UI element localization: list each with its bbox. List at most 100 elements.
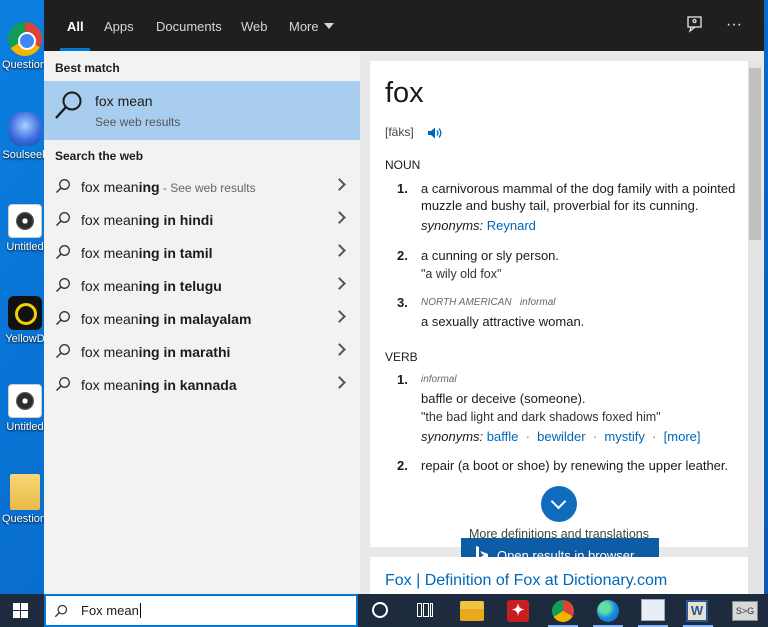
start-button[interactable]	[13, 603, 29, 619]
synonym-link[interactable]: mystify	[604, 429, 644, 444]
search-icon	[55, 91, 82, 119]
desktop-icon-yellowdot[interactable]: YellowD	[2, 296, 48, 346]
definition-text: a sexually attractive woman.	[421, 314, 585, 329]
search-icon	[55, 212, 70, 227]
yellowdot-icon	[8, 296, 42, 330]
chevron-right-icon	[333, 310, 346, 323]
definition-number: 1.	[397, 372, 408, 387]
tab-documents[interactable]: Documents	[156, 19, 222, 34]
best-match-item[interactable]: fox mean See web results	[44, 81, 360, 140]
windows-icon	[21, 603, 28, 610]
speaker-icon	[428, 127, 442, 139]
search-tabs-bar: All Apps Documents Web More ···	[44, 0, 764, 51]
web-result-link[interactable]: Fox | Definition of Fox at Dictionary.co…	[385, 572, 667, 590]
speaker-button[interactable]	[427, 126, 443, 143]
windows-icon	[21, 611, 28, 618]
suggestion-text: fox meaning in telugu	[81, 278, 222, 294]
desktop-icon-untitled[interactable]: Untitled	[2, 204, 48, 254]
chevron-down-icon	[323, 23, 334, 29]
desktop-icon-soulseek[interactable]: Soulseek	[2, 112, 48, 162]
tab-web[interactable]: Web	[241, 19, 268, 34]
desktop-icon-question-help[interactable]: Question Help - In	[2, 22, 48, 72]
ellipsis-icon: ···	[726, 16, 742, 33]
windows-icon	[13, 611, 20, 618]
synonyms: synonyms: baffle · bewilder · mystify · …	[421, 429, 701, 444]
search-panel: All Apps Documents Web More ··· Best mat…	[44, 0, 764, 594]
suggestion-text: fox meaning in hindi	[81, 212, 214, 228]
suggestion-item[interactable]: fox meaning in malayalam	[44, 302, 360, 335]
tab-all[interactable]: All	[67, 19, 84, 34]
search-icon	[55, 344, 70, 359]
definition-number: 2.	[397, 248, 408, 263]
preview-pane: fox [fäks] NOUN 1. a carnivorous mammal …	[360, 51, 764, 594]
best-match-title: fox mean	[95, 93, 153, 109]
edge-icon[interactable]	[597, 600, 619, 622]
search-icon	[55, 377, 70, 392]
chevron-right-icon	[333, 211, 346, 224]
tab-more[interactable]: More	[289, 19, 334, 34]
definition-text: baffle or deceive (someone).	[421, 391, 586, 406]
definition-text: repair (a boot or shoe) by renewing the …	[421, 458, 729, 473]
synonym-link[interactable]: bewilder	[537, 429, 585, 444]
taskbar-search-input[interactable]: Fox mean	[44, 594, 358, 627]
search-icon	[54, 604, 68, 618]
suggestion-item[interactable]: fox meaning in kannada	[44, 368, 360, 401]
definition-example: "the bad light and dark shadows foxed hi…	[421, 410, 661, 424]
expand-definitions-button[interactable]	[541, 486, 577, 522]
desktop-icon-question-help-2[interactable]: Question Help - In	[2, 474, 48, 526]
feedback-button[interactable]	[684, 14, 706, 36]
task-view-icon[interactable]	[417, 603, 433, 617]
dictionary-word: fox	[385, 77, 424, 109]
search-icon	[55, 179, 70, 194]
snagit-icon[interactable]: S>G	[732, 601, 758, 621]
taskbar: Fox mean ✦ W S>G	[0, 594, 768, 627]
desktop-icon-untitled-2[interactable]: Untitled	[2, 384, 48, 434]
chevron-right-icon	[333, 178, 346, 191]
definition-example: "a wily old fox"	[421, 267, 502, 281]
suggestion-item[interactable]: fox meaning in tamil	[44, 236, 360, 269]
acrobat-icon[interactable]: ✦	[507, 600, 529, 622]
tab-more-label: More	[289, 19, 319, 34]
chevron-right-icon	[333, 244, 346, 257]
suggestion-text: fox meaning in kannada	[81, 377, 237, 393]
desktop-icon-label: YellowD	[5, 333, 45, 345]
soulseek-icon	[8, 112, 42, 146]
suggestion-item[interactable]: fox meaning - See web results	[44, 170, 360, 203]
cortana-icon[interactable]	[372, 602, 388, 618]
more-options-button[interactable]: ···	[723, 14, 745, 36]
part-of-speech-verb: VERB	[385, 350, 418, 364]
synonym-link[interactable]: Reynard	[487, 218, 536, 233]
suggestion-item[interactable]: fox meaning in telugu	[44, 269, 360, 302]
feedback-icon	[687, 16, 702, 33]
dictionary-card: fox [fäks] NOUN 1. a carnivorous mammal …	[370, 61, 748, 547]
file-explorer-icon[interactable]	[460, 601, 484, 621]
suggestion-text: fox meaning in malayalam	[81, 311, 252, 327]
chrome-icon[interactable]	[552, 600, 574, 622]
search-input-value: Fox mean	[81, 603, 141, 618]
desktop-icon-label: Question Help - In	[2, 59, 48, 71]
folder-icon	[10, 474, 40, 510]
desktop-icon-label: Untitled	[6, 421, 44, 433]
search-icon	[55, 278, 70, 293]
chevron-right-icon	[333, 277, 346, 290]
chrome-icon	[8, 22, 42, 56]
chevron-right-icon	[333, 376, 346, 389]
image-viewer-icon[interactable]	[641, 599, 665, 621]
scrollbar-thumb[interactable]	[749, 68, 761, 240]
more-synonyms-link[interactable]: [more]	[664, 429, 701, 444]
chevron-right-icon	[333, 343, 346, 356]
best-match-subtitle: See web results	[95, 115, 181, 129]
word-icon[interactable]: W	[686, 600, 708, 622]
best-match-header: Best match	[55, 61, 120, 75]
scrollbar[interactable]	[748, 61, 762, 594]
definition-number: 2.	[397, 458, 408, 473]
suggestion-item[interactable]: fox meaning in marathi	[44, 335, 360, 368]
disc-icon	[8, 204, 42, 238]
part-of-speech-noun: NOUN	[385, 158, 421, 172]
definition-number: 3.	[397, 295, 408, 310]
desktop-icon-label: Soulseek	[2, 149, 48, 161]
suggestion-item[interactable]: fox meaning in hindi	[44, 203, 360, 236]
tab-apps[interactable]: Apps	[104, 19, 134, 34]
synonym-link[interactable]: baffle	[487, 429, 519, 444]
definition-number: 1.	[397, 181, 408, 196]
